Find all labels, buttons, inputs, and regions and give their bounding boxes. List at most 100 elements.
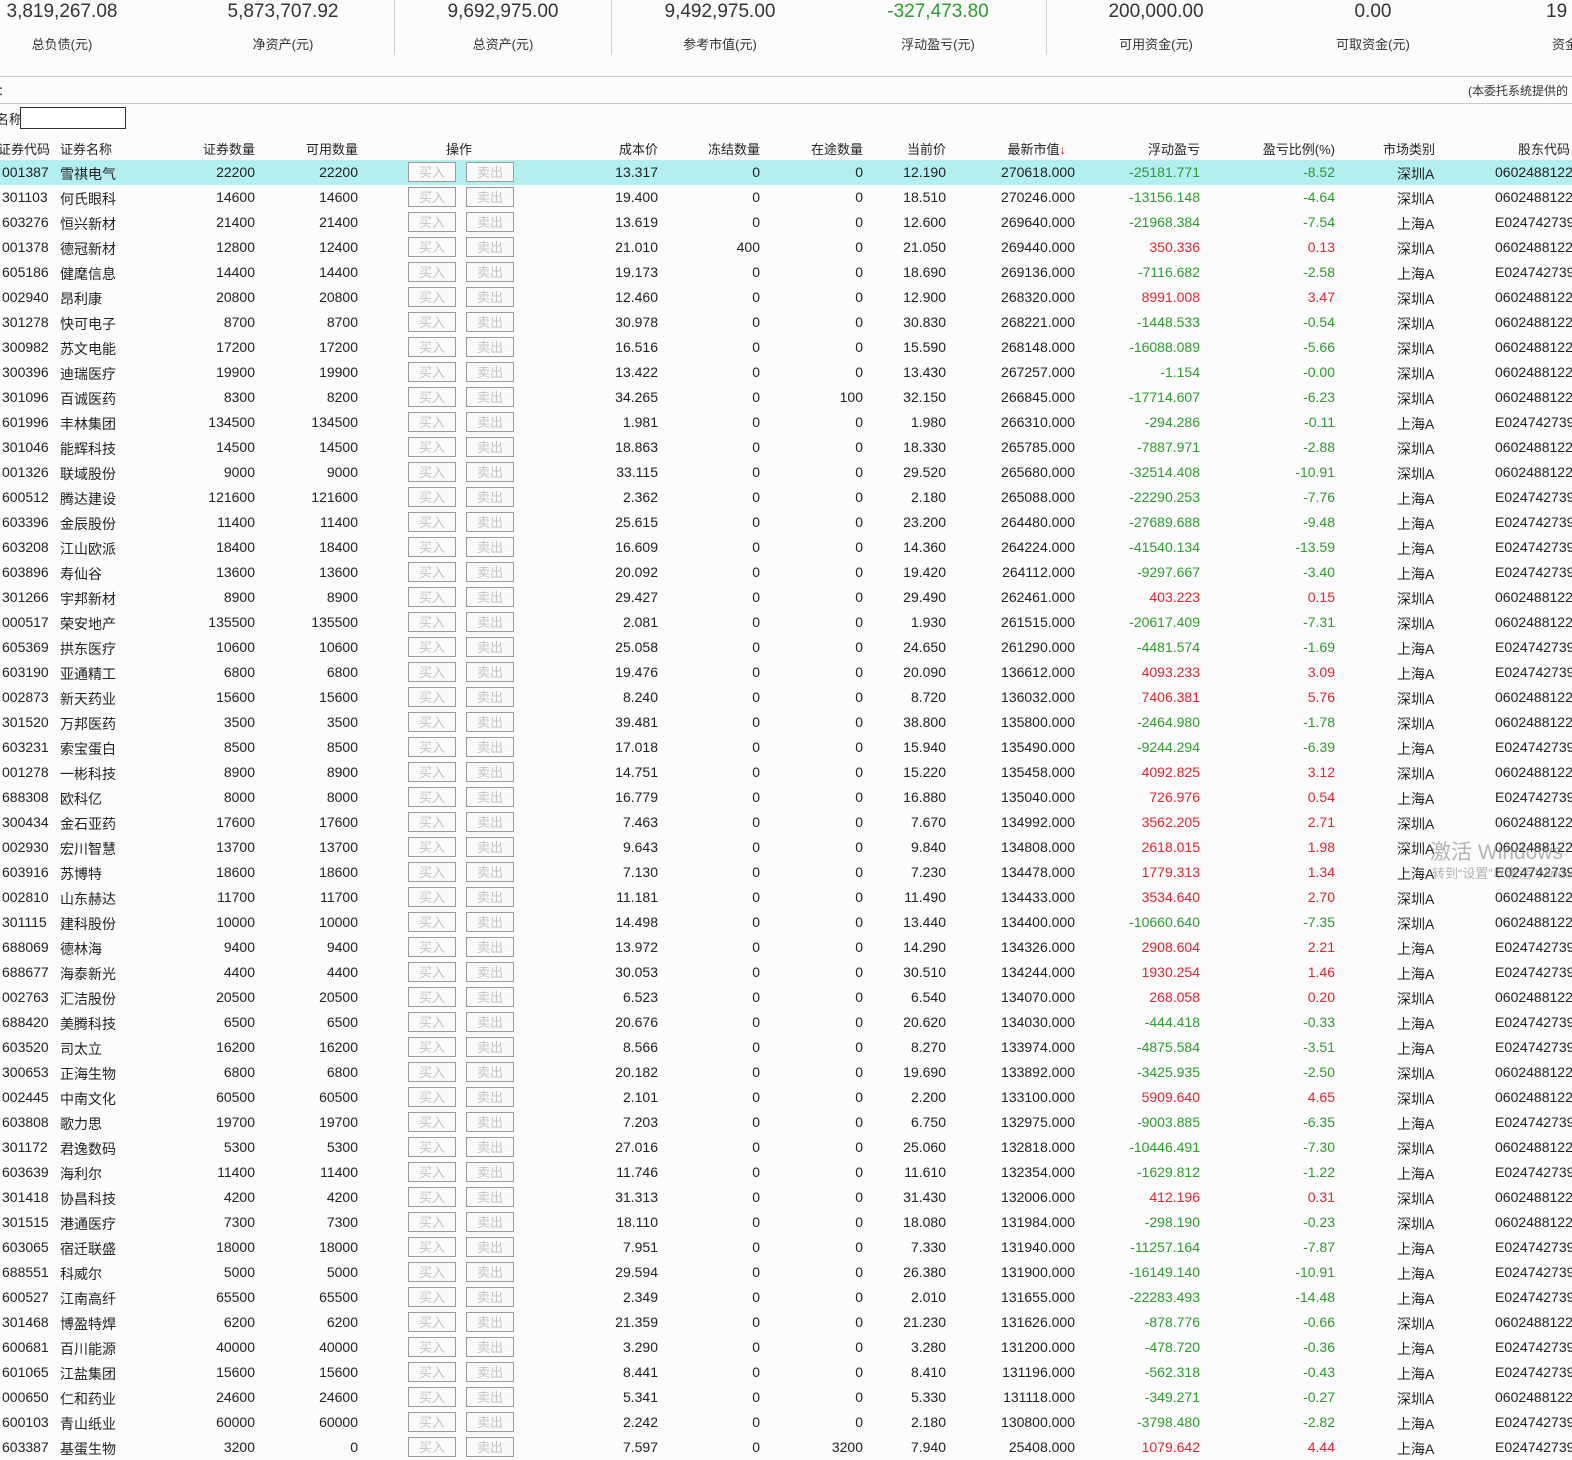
- table-row[interactable]: 603808 歌力思 19700 19700 7.203 0 0 6.750 132975.00…: [0, 1110, 1572, 1135]
- sell-button[interactable]: 卖出: [466, 562, 514, 582]
- sell-button[interactable]: 卖出: [466, 1062, 514, 1082]
- buy-button[interactable]: 买入: [408, 362, 456, 382]
- sell-button[interactable]: 卖出: [466, 337, 514, 357]
- sell-button[interactable]: 卖出: [466, 537, 514, 557]
- table-row[interactable]: 603065 宿迁联盛 18000 18000 7.951 0 0 7.330 131940.0…: [0, 1235, 1572, 1260]
- sell-button[interactable]: 卖出: [466, 1037, 514, 1057]
- table-row[interactable]: 301520 万邦医药 3500 3500 39.481 0 0 38.800 135800.0…: [0, 710, 1572, 735]
- table-row[interactable]: 603387 基蛋生物 3200 0 7.597 0 3200 7.940 25408.000 1…: [0, 1435, 1572, 1460]
- buy-button[interactable]: 买入: [408, 462, 456, 482]
- sell-button[interactable]: 卖出: [466, 587, 514, 607]
- table-row[interactable]: 002810 山东赫达 11700 11700 11.181 0 0 11.490 134433…: [0, 885, 1572, 910]
- table-row[interactable]: 603231 索宝蛋白 8500 8500 17.018 0 0 15.940 135490.0…: [0, 735, 1572, 760]
- sell-button[interactable]: 卖出: [466, 1237, 514, 1257]
- sell-button[interactable]: 卖出: [466, 1287, 514, 1307]
- buy-button[interactable]: 买入: [408, 662, 456, 682]
- table-row[interactable]: 300653 正海生物 6800 6800 20.182 0 0 19.690 133892.0…: [0, 1060, 1572, 1085]
- sell-button[interactable]: 卖出: [466, 212, 514, 232]
- buy-button[interactable]: 买入: [408, 1287, 456, 1307]
- buy-button[interactable]: 买入: [408, 387, 456, 407]
- sell-button[interactable]: 卖出: [466, 1337, 514, 1357]
- header-frozen[interactable]: 冻结数量: [660, 139, 760, 159]
- buy-button[interactable]: 买入: [408, 1387, 456, 1407]
- buy-button[interactable]: 买入: [408, 537, 456, 557]
- table-row[interactable]: 301468 博盈特焊 6200 6200 21.359 0 0 21.230 131626.0…: [0, 1310, 1572, 1335]
- sell-button[interactable]: 卖出: [466, 812, 514, 832]
- buy-button[interactable]: 买入: [408, 337, 456, 357]
- header-market[interactable]: 市场类别: [1383, 139, 1435, 159]
- sell-button[interactable]: 卖出: [466, 1112, 514, 1132]
- table-row[interactable]: 603520 司太立 16200 16200 8.566 0 0 8.270 133974.00…: [0, 1035, 1572, 1060]
- buy-button[interactable]: 买入: [408, 587, 456, 607]
- table-row[interactable]: 603396 金辰股份 11400 11400 25.615 0 0 23.200 264480…: [0, 510, 1572, 535]
- table-row[interactable]: 603208 江山欧派 18400 18400 16.609 0 0 14.360 264224…: [0, 535, 1572, 560]
- buy-button[interactable]: 买入: [408, 187, 456, 207]
- buy-button[interactable]: 买入: [408, 912, 456, 932]
- sell-button[interactable]: 卖出: [466, 1412, 514, 1432]
- sell-button[interactable]: 卖出: [466, 162, 514, 182]
- sell-button[interactable]: 卖出: [466, 1437, 514, 1457]
- sell-button[interactable]: 卖出: [466, 737, 514, 757]
- sell-button[interactable]: 卖出: [466, 237, 514, 257]
- buy-button[interactable]: 买入: [408, 1112, 456, 1132]
- buy-button[interactable]: 买入: [408, 1312, 456, 1332]
- table-row[interactable]: 301046 能辉科技 14500 14500 18.863 0 0 18.330 265785…: [0, 435, 1572, 460]
- table-row[interactable]: 688420 美腾科技 6500 6500 20.676 0 0 20.620 134030.0…: [0, 1010, 1572, 1035]
- buy-button[interactable]: 买入: [408, 212, 456, 232]
- table-row[interactable]: 300396 迪瑞医疗 19900 19900 13.422 0 0 13.430 267257…: [0, 360, 1572, 385]
- sell-button[interactable]: 卖出: [466, 412, 514, 432]
- buy-button[interactable]: 买入: [408, 512, 456, 532]
- buy-button[interactable]: 买入: [408, 1187, 456, 1207]
- buy-button[interactable]: 买入: [408, 637, 456, 657]
- buy-button[interactable]: 买入: [408, 1337, 456, 1357]
- sell-button[interactable]: 卖出: [466, 362, 514, 382]
- sell-button[interactable]: 卖出: [466, 462, 514, 482]
- table-row[interactable]: 600527 江南高纤 65500 65500 2.349 0 0 2.010 131655.0…: [0, 1285, 1572, 1310]
- buy-button[interactable]: 买入: [408, 437, 456, 457]
- table-row[interactable]: 001378 德冠新材 12800 12400 21.010 400 0 21.050 2694…: [0, 235, 1572, 260]
- table-row[interactable]: 688069 德林海 9400 9400 13.972 0 0 14.290 134326.00…: [0, 935, 1572, 960]
- buy-button[interactable]: 买入: [408, 1062, 456, 1082]
- sell-button[interactable]: 卖出: [466, 887, 514, 907]
- sell-button[interactable]: 卖出: [466, 1162, 514, 1182]
- table-row[interactable]: 301115 建科股份 10000 10000 14.498 0 0 13.440 134400…: [0, 910, 1572, 935]
- buy-button[interactable]: 买入: [408, 762, 456, 782]
- buy-button[interactable]: 买入: [408, 1262, 456, 1282]
- buy-button[interactable]: 买入: [408, 162, 456, 182]
- buy-button[interactable]: 买入: [408, 1412, 456, 1432]
- header-code[interactable]: 证券代码: [0, 139, 50, 159]
- table-row[interactable]: 002873 新天药业 15600 15600 8.240 0 0 8.720 136032.0…: [0, 685, 1572, 710]
- buy-button[interactable]: 买入: [408, 837, 456, 857]
- buy-button[interactable]: 买入: [408, 287, 456, 307]
- sell-button[interactable]: 卖出: [466, 1387, 514, 1407]
- header-market-value[interactable]: 最新市值↓: [966, 139, 1066, 159]
- table-row[interactable]: 301418 协昌科技 4200 4200 31.313 0 0 31.430 132006.0…: [0, 1185, 1572, 1210]
- header-pnl-ratio[interactable]: 盈亏比例(%): [1235, 139, 1335, 159]
- sell-button[interactable]: 卖出: [466, 387, 514, 407]
- table-row[interactable]: 603276 恒兴新材 21400 21400 13.619 0 0 12.600 269640…: [0, 210, 1572, 235]
- table-row[interactable]: 688677 海泰新光 4400 4400 30.053 0 0 30.510 134244.0…: [0, 960, 1572, 985]
- sell-button[interactable]: 卖出: [466, 1262, 514, 1282]
- sell-button[interactable]: 卖出: [466, 862, 514, 882]
- sell-button[interactable]: 卖出: [466, 1137, 514, 1157]
- table-row[interactable]: 001326 联域股份 9000 9000 33.115 0 0 29.520 265680.0…: [0, 460, 1572, 485]
- buy-button[interactable]: 买入: [408, 1162, 456, 1182]
- buy-button[interactable]: 买入: [408, 262, 456, 282]
- header-holder[interactable]: 股东代码: [1518, 139, 1570, 159]
- buy-button[interactable]: 买入: [408, 687, 456, 707]
- table-row[interactable]: 301103 何氏眼科 14600 14600 19.400 0 0 18.510 270246…: [0, 185, 1572, 210]
- table-row[interactable]: 001387 雪祺电气 22200 22200 13.317 0 0 12.190 270618…: [0, 160, 1572, 185]
- buy-button[interactable]: 买入: [408, 1362, 456, 1382]
- buy-button[interactable]: 买入: [408, 937, 456, 957]
- sell-button[interactable]: 卖出: [466, 1212, 514, 1232]
- sell-button[interactable]: 卖出: [466, 262, 514, 282]
- sell-button[interactable]: 卖出: [466, 662, 514, 682]
- buy-button[interactable]: 买入: [408, 712, 456, 732]
- buy-button[interactable]: 买入: [408, 237, 456, 257]
- table-row[interactable]: 002930 宏川智慧 13700 13700 9.643 0 0 9.840 134808.0…: [0, 835, 1572, 860]
- sell-button[interactable]: 卖出: [466, 837, 514, 857]
- buy-button[interactable]: 买入: [408, 1212, 456, 1232]
- buy-button[interactable]: 买入: [408, 962, 456, 982]
- table-row[interactable]: 601065 江盐集团 15600 15600 8.441 0 0 8.410 131196.0…: [0, 1360, 1572, 1385]
- table-row[interactable]: 600103 青山纸业 60000 60000 2.242 0 0 2.180 130800.0…: [0, 1410, 1572, 1435]
